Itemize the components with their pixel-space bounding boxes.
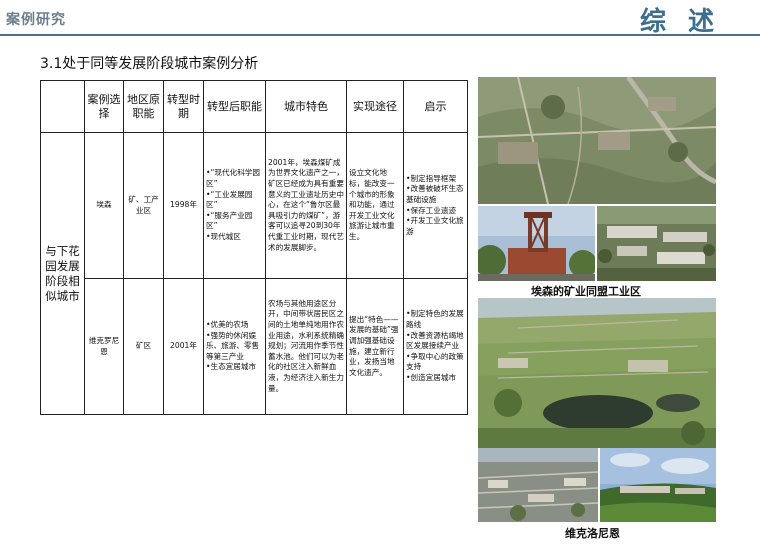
original-function: 矿区: [123, 278, 164, 415]
new-function: •“现代化科学园区” •“工业发展园区” •“服务产业园区” •现代城区: [203, 132, 266, 279]
countryside-photo: [600, 448, 716, 522]
header-cell-path: 实现途径: [346, 80, 404, 133]
group-label: 与下花园发展阶段相似城市: [40, 132, 85, 415]
header-cell-original-function: 地区原职能: [123, 80, 164, 133]
insight: •制定特色的发展路线 •改善资源枯竭地区发展接续产业 •争取中心的政策支持 •创…: [403, 278, 468, 415]
case-name: 埃森: [84, 132, 124, 279]
header-cell-period: 转型时期: [163, 80, 204, 133]
slide-title: 综述: [639, 7, 736, 37]
header-cell-empty: [40, 80, 85, 133]
wicklow-caption: 维克洛尼恩: [565, 527, 620, 540]
header-cell-features: 城市特色: [265, 80, 347, 133]
implementation-path: 设立文化地标，能改变一个城市的形象和功能，通过开发工业文化旅游让城市重生。: [346, 132, 404, 279]
section-tag: 案例研究: [6, 12, 66, 28]
original-function: 矿、工产业区: [123, 132, 164, 279]
city-features: 农场与其他用途区分开，中间带状居民区之间的土地单纯地用作农业用途，水利系统精确规…: [265, 278, 347, 415]
insight: •制定指导框架 •改善被破坏生态基础设施 •保存工业遗迹 •开发工业文化旅游: [403, 132, 468, 279]
header-divider: [0, 34, 760, 36]
wicklow-aerial-photo: [478, 298, 716, 448]
case-name: 维克罗尼恩: [84, 278, 124, 415]
new-function: •优美的农场 •强势的休闲娱乐、旅游、零售等第三产业 •生态宜居城市: [203, 278, 266, 415]
essen-caption: 埃森的矿业同盟工业区: [531, 285, 641, 298]
implementation-path: 提出“特色——发展的基础”强调加强基础设施，建立新行业，发扬当地文化遗产。: [346, 278, 404, 415]
zollverein-tower-photo: [478, 206, 595, 281]
case-table: 案例选择 地区原职能 转型时期 转型后职能 城市特色 实现途径 启示 与下花园发…: [40, 80, 468, 415]
essen-aerial-photo: [478, 77, 716, 204]
header-cell-new-function: 转型后职能: [203, 80, 266, 133]
transition-period: 1998年: [163, 132, 204, 279]
village-photo: [478, 448, 598, 522]
header-cell-case: 案例选择: [84, 80, 124, 133]
table-header-row: 案例选择 地区原职能 转型时期 转型后职能 城市特色 实现途径 启示: [40, 80, 468, 133]
table-row: 与下花园发展阶段相似城市 埃森 矿、工产业区 1998年 •“现代化科学园区” …: [40, 132, 468, 415]
campus-photo: [597, 206, 716, 281]
transition-period: 2001年: [163, 278, 204, 415]
header-bar: 案例研究 综述: [0, 0, 760, 37]
city-features: 2001年，埃森煤矿成为世界文化遗产之一，矿区已经成为具有重要意义的工业遗址历史…: [265, 132, 347, 279]
slide-subtitle: 3.1处于同等发展阶段城市案例分析: [40, 56, 259, 72]
header-cell-insight: 启示: [403, 80, 468, 133]
table-row: 维克罗尼恩 矿区 2001年 •优美的农场 •强势的休闲娱乐、旅游、零售等第三产…: [41, 278, 468, 415]
